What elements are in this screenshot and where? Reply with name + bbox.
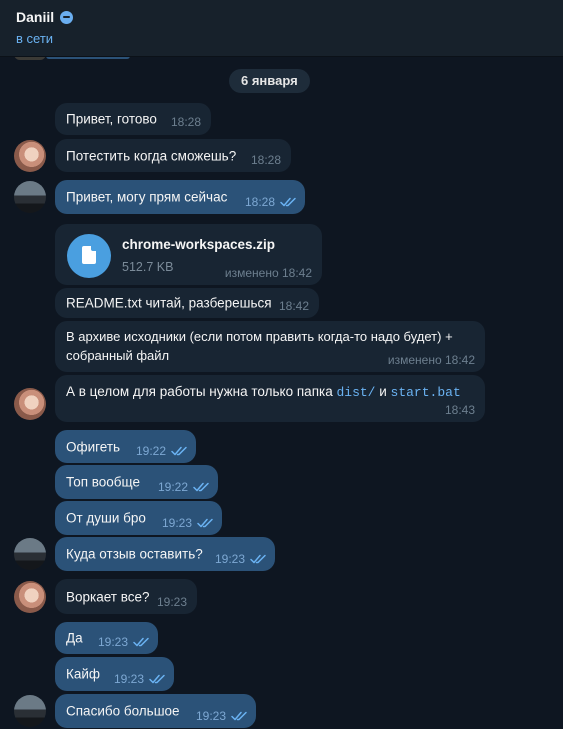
date-divider[interactable]: 6 января <box>229 69 310 93</box>
message-time: 19:23 <box>113 672 144 686</box>
message-text: Кайф <box>66 666 101 682</box>
message-text: Куда отзыв оставить? <box>66 546 203 562</box>
message-text: Да <box>66 630 83 646</box>
file-name[interactable]: chrome-workspaces.zip <box>122 237 275 252</box>
message-time: 19:22 <box>135 444 166 458</box>
message-time: 18:28 <box>250 153 281 167</box>
message-outgoing[interactable]: Топ вообще 19:22 <box>55 465 218 499</box>
contact-name[interactable]: Daniil <box>16 9 54 25</box>
message-outgoing[interactable]: Спасибо большое 19:23 <box>55 694 256 728</box>
message-outgoing[interactable]: Куда отзыв оставить? 19:23 <box>55 537 275 571</box>
avatar[interactable] <box>14 388 46 420</box>
contact-name-row[interactable]: Daniil <box>16 9 74 25</box>
read-check-icon <box>280 197 297 207</box>
message-incoming[interactable]: README.txt читай, разберешься 18:42 <box>55 288 319 318</box>
message-meta: 19:23 <box>196 709 248 723</box>
message-outgoing[interactable]: Кайф 19:23 <box>55 657 174 691</box>
message-text: Воркает все? <box>66 589 150 604</box>
read-check-icon <box>149 674 166 684</box>
message-time: 18:28 <box>244 195 275 209</box>
read-check-icon <box>171 446 188 456</box>
message-outgoing[interactable]: Офигеть 19:22 <box>55 430 196 463</box>
message-text-part: А в целом для работы нужна только папка <box>66 384 337 399</box>
message-text: Офигеть <box>66 439 121 454</box>
message-text: Потестить когда сможешь? <box>66 148 237 163</box>
message-meta: 19:23 <box>98 635 150 649</box>
message-incoming[interactable]: Привет, готово 18:28 <box>55 103 211 135</box>
message-text: Привет, готово <box>66 111 157 127</box>
download-file-button[interactable] <box>67 234 111 278</box>
message-time: 19:23 <box>161 516 192 530</box>
message-text: Привет, могу прям сейчас <box>66 189 228 205</box>
avatar[interactable] <box>14 181 46 213</box>
message-text: От души бро <box>66 510 146 526</box>
message-outgoing[interactable]: Привет, могу прям сейчас 18:28 <box>55 180 305 214</box>
message-time: 18:28 <box>170 115 201 129</box>
message-incoming[interactable]: Потестить когда сможешь? 18:28 <box>55 139 291 172</box>
message-text: README.txt читай, разберешься <box>66 295 272 311</box>
message-meta: 19:23 <box>114 672 166 686</box>
read-check-icon <box>133 637 150 647</box>
file-size: 512.7 KB <box>122 260 174 274</box>
read-check-icon <box>231 711 248 721</box>
avatar[interactable] <box>14 140 46 172</box>
do-not-disturb-icon <box>60 10 74 24</box>
message-outgoing[interactable]: От души бро 19:23 <box>55 501 222 535</box>
message-time: 19:23 <box>214 552 245 566</box>
message-outgoing[interactable]: Да 19:23 <box>55 622 158 654</box>
message-time: изменено 18:42 <box>224 266 312 280</box>
message-text: А в целом для работы нужна только папка … <box>66 384 461 400</box>
message-text: Спасибо большое <box>66 703 180 719</box>
message-text: Топ вообще <box>66 474 140 490</box>
message-time: 19:23 <box>97 635 128 649</box>
chat-header[interactable]: Daniil в сети <box>0 0 563 57</box>
inline-code[interactable]: start.bat <box>391 385 461 400</box>
message-incoming[interactable]: В архиве исходники (если потом править к… <box>55 321 485 372</box>
message-meta: 19:23 <box>215 552 267 566</box>
message-meta: 19:23 <box>162 516 214 530</box>
message-time: 19:23 <box>156 595 187 609</box>
avatar[interactable] <box>14 695 46 727</box>
message-text-part: и <box>375 384 391 399</box>
read-check-icon <box>250 554 267 564</box>
message-time: 18:43 <box>444 403 475 417</box>
message-time: 19:22 <box>157 480 188 494</box>
read-check-icon <box>193 482 210 492</box>
file-message[interactable]: chrome-workspaces.zip 512.7 KB изменено … <box>55 224 322 285</box>
read-check-icon <box>197 518 214 528</box>
message-incoming[interactable]: Воркает все? 19:23 <box>55 579 197 614</box>
message-text-line-2: собранный файл <box>66 348 170 363</box>
online-status: в сети <box>16 31 54 46</box>
inline-code[interactable]: dist/ <box>336 385 375 400</box>
file-icon <box>82 246 96 264</box>
message-incoming[interactable]: А в целом для работы нужна только папка … <box>55 375 485 422</box>
message-time: изменено 18:42 <box>387 353 475 367</box>
message-meta: 19:22 <box>136 444 188 458</box>
message-text-line-1: В архиве исходники (если потом править к… <box>66 329 453 344</box>
message-meta: 19:22 <box>158 480 210 494</box>
avatar[interactable] <box>14 538 46 570</box>
avatar[interactable] <box>14 581 46 613</box>
message-time: 18:42 <box>278 299 309 313</box>
message-meta: 18:28 <box>245 195 297 209</box>
message-time: 19:23 <box>195 709 226 723</box>
